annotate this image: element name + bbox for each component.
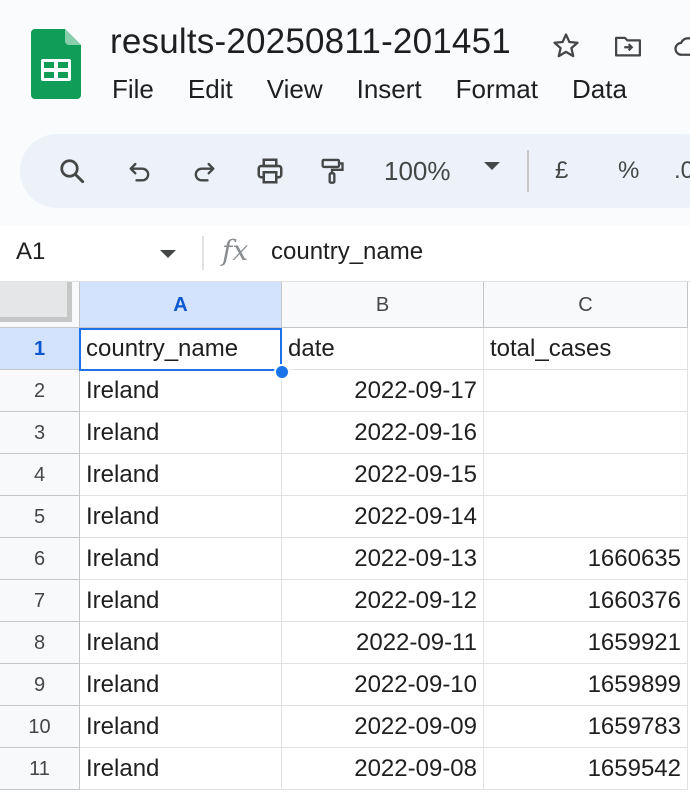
row-header-7[interactable]: 7 [0,580,80,622]
search-icon[interactable] [54,153,90,189]
row-header-1[interactable]: 1 [0,328,80,370]
menu-format[interactable]: Format [456,74,538,105]
zoom-select[interactable]: 100% [384,153,451,189]
cell-a11[interactable]: Ireland [80,748,282,790]
paint-format-icon[interactable] [314,153,350,189]
redo-icon[interactable] [186,153,222,189]
document-title[interactable]: results-20250811-201451 [110,22,511,62]
decrease-decimal-button[interactable]: .0 [674,153,690,189]
google-sheets-icon[interactable] [31,29,81,99]
menu-data[interactable]: Data [572,74,627,105]
cell-b3[interactable]: 2022-09-16 [282,412,484,454]
print-icon[interactable] [252,153,288,189]
select-all-corner[interactable] [0,282,80,328]
row-header-6[interactable]: 6 [0,538,80,580]
cell-c5[interactable] [484,496,688,538]
row-header-5[interactable]: 5 [0,496,80,538]
cell-b2[interactable]: 2022-09-17 [282,370,484,412]
cell-a1[interactable]: country_name [80,328,282,370]
toolbar-divider [527,150,529,192]
cell-a5[interactable]: Ireland [80,496,282,538]
menu-edit[interactable]: Edit [188,74,233,105]
cell-c2[interactable] [484,370,688,412]
cell-a7[interactable]: Ireland [80,580,282,622]
formula-input[interactable]: country_name [271,238,423,266]
cell-b8[interactable]: 2022-09-11 [282,622,484,664]
spreadsheet-grid: A B C 1 country_name date total_cases 2 Irela… [0,282,690,800]
cell-c7[interactable]: 1660376 [484,580,688,622]
cell-c1[interactable]: total_cases [484,328,688,370]
row-header-4[interactable]: 4 [0,454,80,496]
cloud-status-icon[interactable] [672,30,690,62]
cell-b7[interactable]: 2022-09-12 [282,580,484,622]
menu-bar: File Edit View Insert Format Data [112,74,661,105]
formula-bar: A1 fx country_name [0,226,690,282]
row-header-2[interactable]: 2 [0,370,80,412]
cell-c6[interactable]: 1660635 [484,538,688,580]
cell-a9[interactable]: Ireland [80,664,282,706]
cell-c8[interactable]: 1659921 [484,622,688,664]
currency-format-button[interactable]: £ [555,153,568,189]
menu-file[interactable]: File [112,74,154,105]
cell-c9[interactable]: 1659899 [484,664,688,706]
cell-a10[interactable]: Ireland [80,706,282,748]
title-bar: results-20250811-201451 File Edit View I… [0,0,690,118]
formula-divider [202,236,204,270]
column-header-b[interactable]: B [282,282,484,328]
cell-a2[interactable]: Ireland [80,370,282,412]
column-header-c[interactable]: C [484,282,688,328]
cell-a8[interactable]: Ireland [80,622,282,664]
cell-b9[interactable]: 2022-09-10 [282,664,484,706]
name-box[interactable]: A1 [16,238,45,266]
percent-format-button[interactable]: % [618,153,639,189]
chevron-down-icon[interactable] [160,250,176,258]
toolbar: 100% £ % .0 [20,134,690,208]
cell-a3[interactable]: Ireland [80,412,282,454]
row-header-8[interactable]: 8 [0,622,80,664]
cell-a6[interactable]: Ireland [80,538,282,580]
cell-a4[interactable]: Ireland [80,454,282,496]
cell-b10[interactable]: 2022-09-09 [282,706,484,748]
function-icon: fx [222,234,249,267]
row-header-11[interactable]: 11 [0,748,80,790]
cell-c11[interactable]: 1659542 [484,748,688,790]
freeze-handle[interactable] [0,282,72,322]
cell-b5[interactable]: 2022-09-14 [282,496,484,538]
cell-c4[interactable] [484,454,688,496]
star-icon[interactable] [550,30,582,62]
menu-view[interactable]: View [267,74,323,105]
move-to-folder-icon[interactable] [612,30,644,62]
cell-b1[interactable]: date [282,328,484,370]
cell-b11[interactable]: 2022-09-08 [282,748,484,790]
cell-c10[interactable]: 1659783 [484,706,688,748]
toolbar-area: 100% £ % .0 [0,118,690,226]
fill-handle[interactable] [274,364,290,380]
row-header-3[interactable]: 3 [0,412,80,454]
menu-insert[interactable]: Insert [357,74,422,105]
row-header-9[interactable]: 9 [0,664,80,706]
cell-c3[interactable] [484,412,688,454]
cell-b6[interactable]: 2022-09-13 [282,538,484,580]
undo-icon[interactable] [122,153,158,189]
cell-b4[interactable]: 2022-09-15 [282,454,484,496]
column-header-a[interactable]: A [80,282,282,328]
chevron-down-icon[interactable] [484,162,500,170]
row-header-10[interactable]: 10 [0,706,80,748]
